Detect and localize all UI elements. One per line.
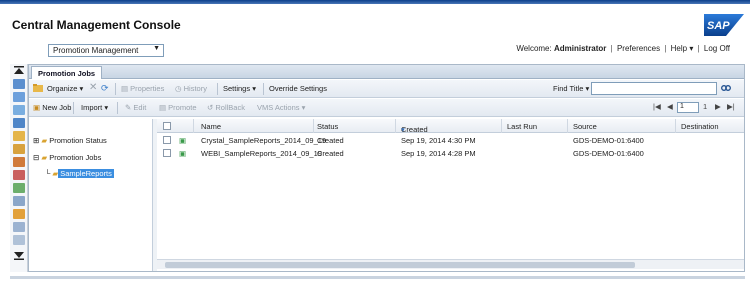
job-name: WEBI_SampleReports_2014_09_19 (201, 149, 322, 158)
jobs-grid: Name Status Created ▾ Last Run Source De… (157, 119, 744, 271)
row-checkbox[interactable] (163, 149, 171, 157)
edit-button[interactable]: ✎ Edit (125, 103, 146, 112)
main-panel: Promotion Jobs Organize ▾ ✕ ⟳ ▤ Properti… (28, 64, 745, 272)
servers-icon[interactable] (13, 118, 25, 128)
tree-item-sample-reports[interactable]: └ ▰ SampleReports (45, 169, 114, 178)
horizontal-scrollbar[interactable] (157, 259, 744, 269)
tree-item-promotion-jobs[interactable]: ⊟ ▰ Promotion Jobs (33, 153, 101, 162)
column-header-name[interactable]: Name (201, 122, 221, 131)
events-icon[interactable] (13, 170, 25, 180)
new-job-icon: ▣ (33, 103, 41, 112)
app-title: Central Management Console (12, 18, 181, 32)
last-page-icon[interactable]: ▶| (727, 102, 735, 111)
column-header-status[interactable]: Status (317, 122, 338, 131)
new-job-button[interactable]: ▣ New Job (33, 103, 71, 112)
folder-icon: ▰ (41, 153, 48, 162)
job-source: GDS-DEMO-01:6400 (573, 149, 644, 158)
delete-icon[interactable]: ✕ (89, 82, 97, 93)
tab-promotion-jobs[interactable]: Promotion Jobs (31, 66, 103, 79)
scroll-down-icon[interactable] (13, 250, 25, 260)
job-name: Crystal_SampleReports_2014_09_19 (201, 136, 327, 145)
grid-header: Name Status Created ▾ Last Run Source De… (157, 119, 744, 134)
find-title-input[interactable] (591, 82, 717, 95)
properties-button[interactable]: ▤ Properties (121, 84, 164, 93)
refresh-icon[interactable]: ⟳ (101, 83, 109, 94)
promote-button[interactable]: ▤ Promote (159, 103, 197, 112)
chevron-down-icon: ▼ (153, 45, 160, 52)
organize-icon (33, 84, 43, 92)
welcome-label: Welcome: (516, 44, 552, 53)
calendar-icon[interactable] (13, 157, 25, 167)
header: Central Management Console SAP Promotion… (0, 4, 750, 62)
tree-item-promotion-status[interactable]: ⊞ ▰ Promotion Status (33, 136, 107, 145)
job-status: Created (317, 136, 344, 145)
organize-menu[interactable]: Organize ▾ (47, 84, 83, 93)
toolbar-primary: Organize ▾ ✕ ⟳ ▤ Properties ◷ History Se… (29, 80, 744, 98)
promotion-icon[interactable] (13, 209, 25, 219)
next-page-icon[interactable]: ▶ (715, 102, 721, 111)
monitoring-icon[interactable] (13, 222, 25, 232)
column-header-last-run[interactable]: Last Run (507, 122, 537, 131)
sap-logo: SAP (704, 14, 744, 36)
preferences-link[interactable]: Preferences (617, 44, 660, 53)
first-page-icon[interactable]: |◀ (653, 102, 661, 111)
settings-menu[interactable]: Settings ▾ (223, 84, 256, 93)
sap-logo-text: SAP (707, 20, 730, 32)
find-title-menu[interactable]: Find Title ▾ (553, 84, 589, 93)
application-dropdown[interactable]: Promotion Management ▼ (48, 44, 164, 57)
license-icon[interactable] (13, 183, 25, 193)
rollback-button[interactable]: ↺ RollBack (207, 103, 245, 112)
select-all-checkbox[interactable] (163, 122, 171, 130)
welcome-area: Welcome: Administrator | Preferences | H… (516, 44, 730, 53)
job-created: Sep 19, 2014 4:28 PM (401, 149, 476, 158)
table-row[interactable]: ▣ WEBI_SampleReports_2014_09_19 Created … (157, 147, 744, 160)
help-link[interactable]: Help ▾ (671, 44, 694, 53)
previous-page-icon[interactable]: ◀ (667, 102, 673, 111)
tab-strip: Promotion Jobs (29, 65, 744, 79)
job-created: Sep 19, 2014 4:30 PM (401, 136, 476, 145)
folders-icon[interactable] (13, 92, 25, 102)
page-number-input[interactable]: 1 (677, 102, 699, 113)
column-header-source[interactable]: Source (573, 122, 597, 131)
applications-icon[interactable] (13, 235, 25, 245)
folder-tree: ⊞ ▰ Promotion Status ⊟ ▰ Promotion Jobs … (29, 119, 153, 271)
search-icon[interactable] (721, 83, 731, 93)
column-header-destination[interactable]: Destination (681, 122, 719, 131)
left-toolbar (10, 64, 28, 272)
page-total: 1 (703, 102, 708, 111)
vms-actions-menu[interactable]: VMS Actions ▾ (257, 103, 305, 112)
users-icon[interactable] (13, 105, 25, 115)
history-button[interactable]: ◷ History (175, 84, 207, 93)
user-name: Administrator (553, 44, 607, 53)
override-settings-button[interactable]: Override Settings (269, 84, 327, 93)
folder-icon: ▰ (41, 136, 48, 145)
job-source: GDS-DEMO-01:6400 (573, 136, 644, 145)
home-icon[interactable] (13, 79, 25, 89)
job-icon: ▣ (179, 149, 187, 158)
settings-icon[interactable] (13, 196, 25, 206)
sort-desc-icon: ▾ (401, 125, 405, 134)
job-icon: ▣ (179, 136, 187, 145)
scrollbar-thumb[interactable] (165, 262, 635, 268)
footer-line (10, 276, 745, 279)
scroll-up-icon[interactable] (13, 66, 25, 76)
table-row[interactable]: ▣ Crystal_SampleReports_2014_09_19 Creat… (157, 134, 744, 147)
application-dropdown-value: Promotion Management (53, 46, 139, 55)
row-checkbox[interactable] (163, 136, 171, 144)
toolbar-secondary: ▣ New Job Import ▾ ✎ Edit ▤ Promote ↺ Ro… (29, 99, 744, 117)
job-status: Created (317, 149, 344, 158)
import-menu[interactable]: Import ▾ (81, 103, 108, 112)
chevron-down-icon: ▾ (689, 44, 694, 53)
categories-icon[interactable] (13, 131, 25, 141)
log-off-link[interactable]: Log Off (704, 44, 730, 53)
inbox-icon[interactable] (13, 144, 25, 154)
